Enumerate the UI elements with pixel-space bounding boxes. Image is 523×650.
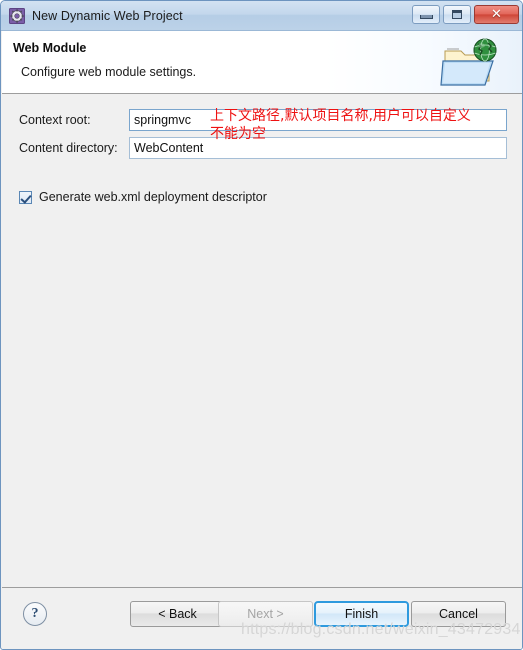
window-title: New Dynamic Web Project bbox=[32, 8, 183, 23]
minimize-button[interactable] bbox=[412, 5, 440, 24]
next-button: Next > bbox=[218, 601, 313, 627]
context-root-input[interactable] bbox=[129, 109, 507, 131]
form-area: Context root: Content directory: Generat… bbox=[2, 95, 522, 587]
new-dynamic-web-project-dialog: New Dynamic Web Project ✕ Web Module Con… bbox=[0, 0, 523, 650]
page-subtitle: Configure web module settings. bbox=[21, 65, 197, 79]
web-project-gear-icon bbox=[9, 7, 25, 24]
context-root-label: Context root: bbox=[19, 113, 91, 127]
generate-webxml-checkbox[interactable] bbox=[19, 190, 32, 204]
title-bar: New Dynamic Web Project ✕ bbox=[1, 1, 522, 31]
content-directory-label: Content directory: bbox=[19, 141, 118, 155]
content-directory-row: Content directory: bbox=[19, 137, 118, 159]
content-directory-input[interactable] bbox=[129, 137, 507, 159]
help-icon[interactable]: ? bbox=[23, 602, 47, 626]
generate-webxml-label: Generate web.xml deployment descriptor bbox=[39, 190, 267, 204]
maximize-button[interactable] bbox=[443, 5, 471, 24]
minimize-icon bbox=[419, 15, 433, 19]
folder-globe-icon bbox=[439, 37, 501, 89]
generate-webxml-row[interactable]: Generate web.xml deployment descriptor bbox=[19, 190, 267, 204]
page-title: Web Module bbox=[13, 41, 87, 55]
finish-button[interactable]: Finish bbox=[314, 601, 409, 627]
window-controls: ✕ bbox=[412, 5, 519, 24]
context-root-row: Context root: bbox=[19, 109, 91, 131]
cancel-button[interactable]: Cancel bbox=[411, 601, 506, 627]
back-button[interactable]: < Back bbox=[130, 601, 225, 627]
close-icon: ✕ bbox=[491, 7, 502, 22]
close-button[interactable]: ✕ bbox=[474, 5, 519, 24]
wizard-header: Web Module Configure web module settings… bbox=[2, 31, 522, 94]
dialog-footer: ? < Back Next > Finish Cancel bbox=[2, 587, 522, 649]
maximize-icon bbox=[452, 10, 462, 19]
